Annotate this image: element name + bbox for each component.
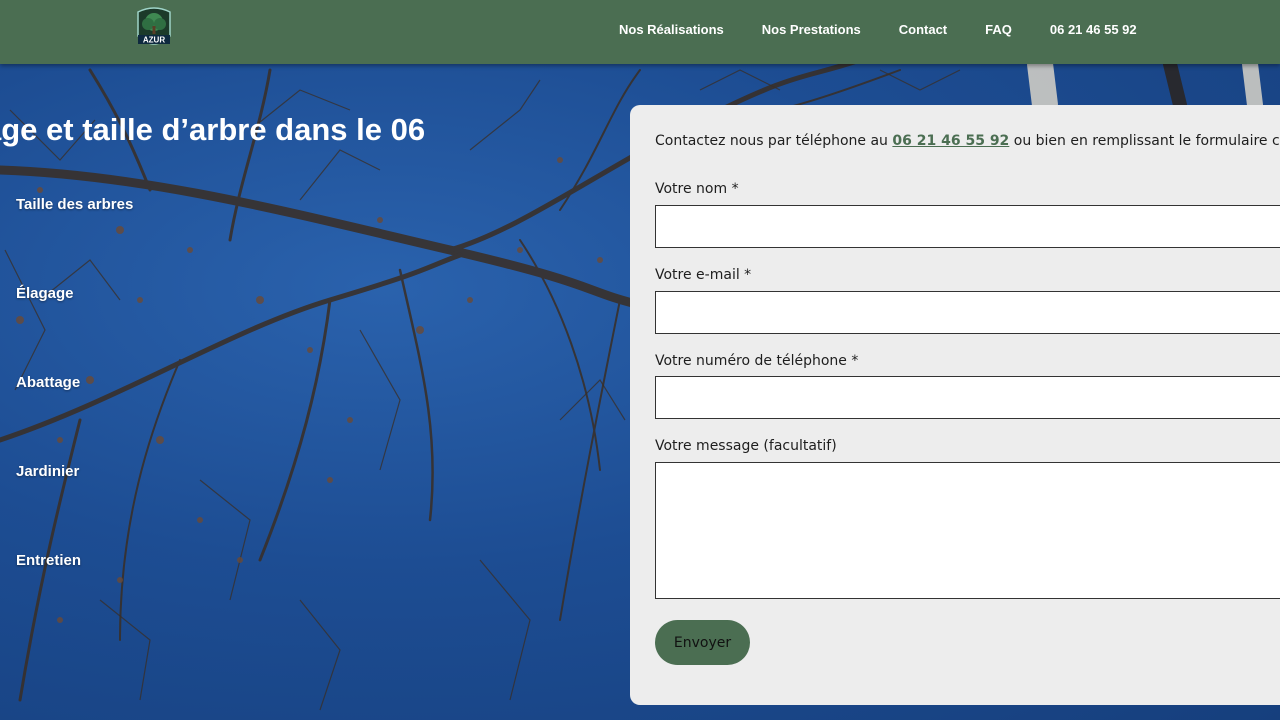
nav-faq[interactable]: FAQ (985, 22, 1012, 37)
service-taille-des-arbres[interactable]: Taille des arbres (16, 196, 133, 285)
contact-form-panel: Contactez nous par téléphone au 06 21 46… (630, 105, 1280, 705)
send-button[interactable]: Envoyer (655, 620, 750, 665)
name-field[interactable] (655, 205, 1280, 248)
azur-logo[interactable]: AZUR (134, 6, 174, 52)
service-elagage[interactable]: Élagage (16, 285, 133, 374)
logo-icon: AZUR (137, 7, 171, 45)
intro-text-before: Contactez nous par téléphone au (655, 133, 893, 149)
page: AZUR Nos Réalisations Nos Prestations Co… (0, 0, 1280, 720)
service-abattage[interactable]: Abattage (16, 374, 133, 463)
main-navigation: Nos Réalisations Nos Prestations Contact… (600, 0, 1156, 58)
intro-text-after: ou bien en remplissant le formulaire ci-… (1013, 133, 1280, 149)
form-intro-text: Contactez nous par téléphone au 06 21 46… (655, 133, 1280, 149)
email-field-label: Votre e-mail * (655, 267, 752, 283)
message-field[interactable] (655, 462, 1280, 599)
name-field-label: Votre nom * (655, 181, 739, 197)
phone-field-label: Votre numéro de téléphone * (655, 353, 859, 369)
nav-contact[interactable]: Contact (899, 22, 947, 37)
intro-phone-link[interactable]: 06 21 46 55 92 (892, 133, 1009, 149)
message-field-label: Votre message (facultatif) (655, 438, 837, 454)
services-list: Taille des arbres Élagage Abattage Jardi… (16, 196, 133, 641)
nav-prestations[interactable]: Nos Prestations (762, 22, 861, 37)
service-jardinier[interactable]: Jardinier (16, 463, 133, 552)
service-entretien[interactable]: Entretien (16, 552, 133, 641)
hero-title: age et taille d’arbre dans le 06 (0, 112, 426, 147)
email-field[interactable] (655, 291, 1280, 334)
nav-realisations[interactable]: Nos Réalisations (619, 22, 724, 37)
svg-text:AZUR: AZUR (143, 36, 165, 45)
nav-phone-link[interactable]: 06 21 46 55 92 (1050, 22, 1137, 37)
site-header: AZUR Nos Réalisations Nos Prestations Co… (0, 0, 1280, 64)
phone-field[interactable] (655, 376, 1280, 419)
